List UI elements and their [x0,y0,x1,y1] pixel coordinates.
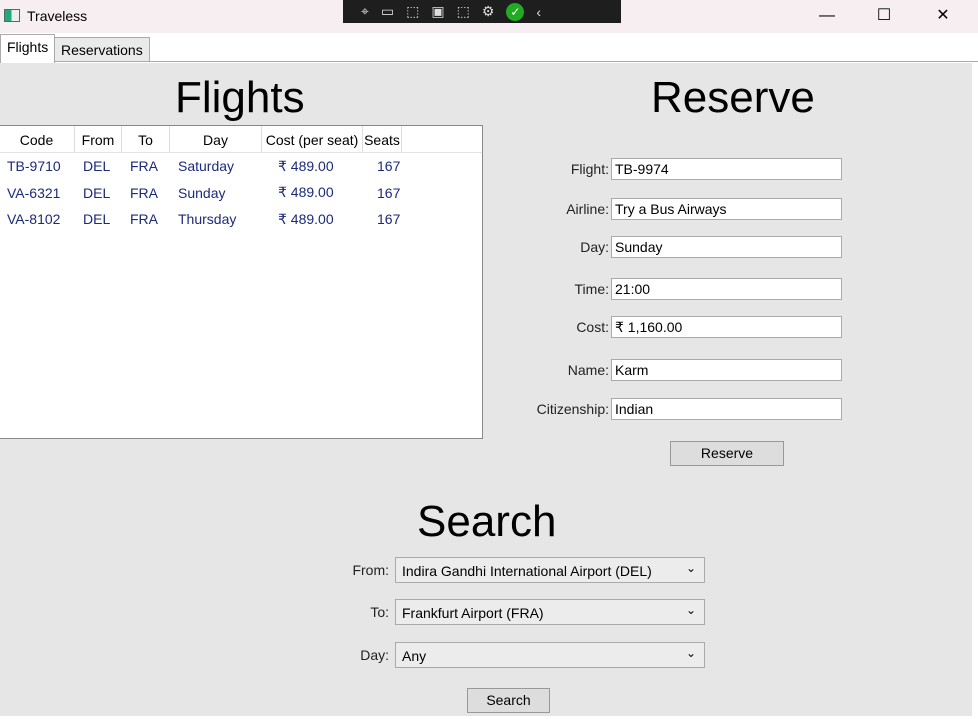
day-label: Day: [360,647,389,663]
day-field-row: Day: Sunday [520,236,842,258]
track-focus-icon[interactable]: ⬚ [457,3,470,20]
table-row[interactable]: TB-9710 DEL FRA Saturday ₹ 489.00 167 [0,153,482,180]
search-heading: Search [417,497,557,546]
table-cell: FRA [130,211,158,228]
app-icon [4,9,20,22]
tab-bar: Flights Reservations [0,34,978,63]
close-button[interactable]: ✕ [928,4,958,28]
field-label: Day: [580,239,609,255]
flight-input[interactable]: TB-9974 [611,158,842,180]
flights-page: Flights Code From To Day Cost (per seat)… [0,63,972,716]
field-label: Name: [567,362,609,378]
table-cell: VA-6321 [7,184,61,201]
cost-input[interactable]: ₹ 1,160.00 [611,316,842,338]
flights-table[interactable]: Code From To Day Cost (per seat) Seats T… [0,125,483,439]
column-header[interactable]: Day [170,126,262,152]
tab-reservations[interactable]: Reservations [54,37,150,62]
search-button[interactable]: Search [467,688,550,713]
citizenship-field-row: Citizenship: Indian [520,398,842,420]
tab-flights[interactable]: Flights [0,34,56,63]
table-cell: DEL [83,211,111,228]
debug-toolbar: ⌖ ▭ ⬚ ▣ ⬚ ⚙ ✓ ‹ [343,0,621,23]
table-cell: Thursday [178,211,237,228]
table-header: Code From To Day Cost (per seat) Seats [0,126,482,153]
table-row[interactable]: VA-8102 DEL FRA Thursday ₹ 489.00 167 [0,206,482,233]
flight-field-row: Flight: TB-9974 [520,158,842,180]
flights-heading: Flights [175,73,305,122]
name-field-row: Name: Karm [520,359,842,381]
from-row: From: Indira Gandhi International Airpor… [300,557,705,583]
airline-input[interactable]: Try a Bus Airways [611,198,842,220]
day-input[interactable]: Sunday [611,236,842,258]
field-label: Time: [574,281,609,297]
title-bar: Traveless ⌖ ▭ ⬚ ▣ ⬚ ⚙ ✓ ‹ — ☐ ✕ [0,0,978,33]
cost-field-row: Cost: ₹ 1,160.00 [520,316,842,338]
day-value: Any [402,648,427,664]
minimize-button[interactable]: — [812,4,842,28]
table-cell: 167 [377,158,401,175]
chevron-down-icon: ⌄ [685,603,696,617]
table-cell: FRA [130,158,158,175]
reserve-button[interactable]: Reserve [670,441,784,466]
hot-reload-icon[interactable]: ⚙ [482,3,495,20]
collapse-icon[interactable]: ‹ [536,4,541,20]
window-title: Traveless [27,8,88,24]
table-cell: Saturday [178,158,235,175]
field-label: Airline: [566,201,609,217]
table-cell: ₹ 489.00 [278,210,334,227]
table-cell: VA-8102 [7,211,61,228]
chevron-down-icon: ⌄ [685,561,696,575]
record-icon[interactable]: ▭ [381,3,394,20]
to-select[interactable]: Frankfurt Airport (FRA) ⌄ [395,599,705,625]
column-header[interactable]: Seats [363,126,402,152]
layout-adorner-icon[interactable]: ▣ [431,3,444,20]
maximize-button[interactable]: ☐ [869,4,899,28]
to-row: To: Frankfurt Airport (FRA) ⌄ [300,599,705,625]
table-cell: TB-9710 [7,158,61,175]
reserve-heading: Reserve [651,73,815,122]
field-label: Flight: [570,161,609,177]
check-icon[interactable]: ✓ [506,2,525,21]
table-cell: 167 [377,211,401,228]
day-select[interactable]: Any ⌄ [395,642,705,668]
day-row: Day: Any ⌄ [300,642,705,668]
column-header[interactable]: From [75,126,122,152]
airline-field-row: Airline: Try a Bus Airways [520,198,842,220]
column-header[interactable]: To [122,126,170,152]
name-input[interactable]: Karm [611,359,842,381]
field-label: Citizenship: [536,401,609,417]
table-cell: Sunday [178,184,226,201]
citizenship-input[interactable]: Indian [611,398,842,420]
column-header[interactable]: Cost (per seat) [262,126,363,152]
inspect-icon[interactable]: ⌖ [361,3,369,20]
chevron-down-icon: ⌄ [685,646,696,660]
from-select[interactable]: Indira Gandhi International Airport (DEL… [395,557,705,583]
column-header[interactable]: Code [0,126,75,152]
to-label: To: [370,604,389,620]
select-element-icon[interactable]: ⬚ [406,3,419,20]
table-cell: DEL [83,158,111,175]
table-cell: ₹ 489.00 [278,157,334,174]
table-cell: DEL [83,184,111,201]
table-cell: FRA [130,184,158,201]
time-field-row: Time: 21:00 [520,278,842,300]
from-label: From: [352,562,389,578]
table-cell: ₹ 489.00 [278,184,334,201]
table-cell: 167 [377,184,401,201]
to-value: Frankfurt Airport (FRA) [402,605,544,621]
time-input[interactable]: 21:00 [611,278,842,300]
from-value: Indira Gandhi International Airport (DEL… [402,563,652,579]
field-label: Cost: [576,319,609,335]
table-row[interactable]: VA-6321 DEL FRA Sunday ₹ 489.00 167 [0,180,482,207]
